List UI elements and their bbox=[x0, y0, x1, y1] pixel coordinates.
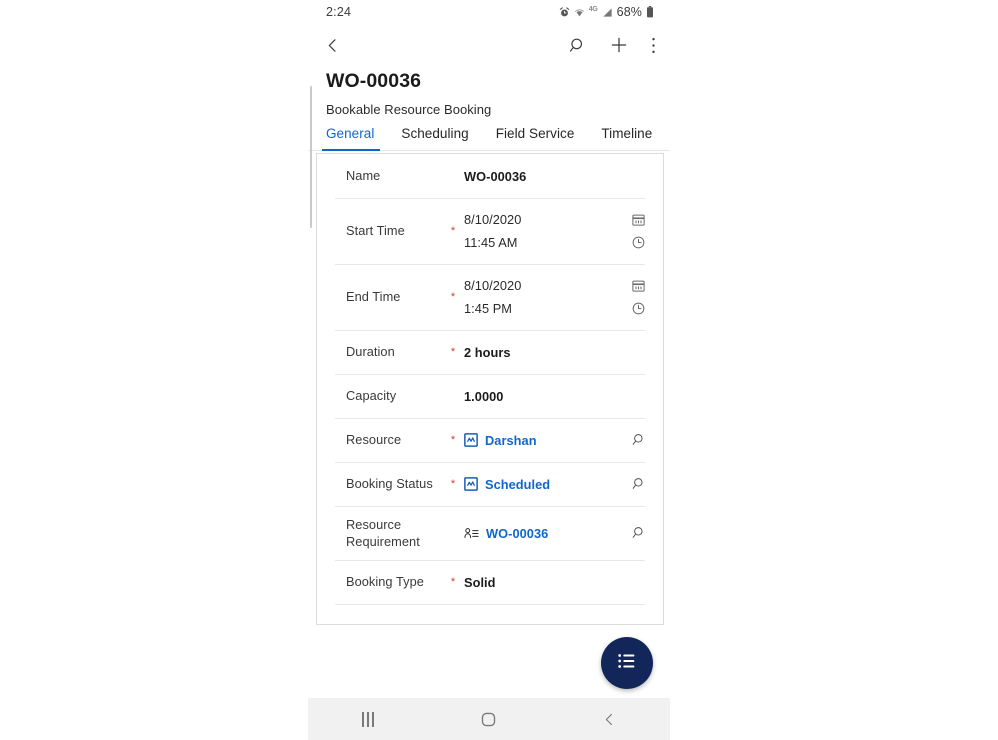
tab-timeline[interactable]: Timeline bbox=[601, 126, 652, 150]
field-value-booking-type: Solid bbox=[464, 574, 496, 590]
field-value-name: WO-00036 bbox=[464, 168, 527, 184]
field-value-duration: 2 hours bbox=[464, 344, 511, 360]
field-label-resource-requirement: Resource Requirement bbox=[346, 516, 420, 549]
back-chevron-icon[interactable] bbox=[580, 698, 640, 740]
lookup-search-icon[interactable] bbox=[625, 432, 651, 448]
resource-requirement-value-text: WO-00036 bbox=[486, 525, 549, 541]
status-bar: 2:24 4G 68% bbox=[308, 0, 670, 24]
end-time-date: 8/10/2020 bbox=[464, 278, 522, 293]
start-time-date: 8/10/2020 bbox=[464, 212, 522, 227]
field-label-booking-status: Booking Status bbox=[346, 476, 433, 492]
field-value-capacity: 1.0000 bbox=[464, 388, 504, 404]
app-command-bar bbox=[308, 24, 670, 66]
plus-icon[interactable] bbox=[609, 35, 629, 55]
android-navigation-bar bbox=[308, 698, 670, 740]
clock-icon[interactable] bbox=[625, 235, 651, 250]
calendar-icon[interactable] bbox=[625, 278, 651, 293]
battery-percent-label: 68% bbox=[616, 5, 642, 19]
lookup-search-icon[interactable] bbox=[625, 525, 651, 541]
field-label-name: Name bbox=[346, 168, 381, 184]
tab-field-service[interactable]: Field Service bbox=[496, 126, 575, 150]
signal-bars-icon bbox=[602, 7, 613, 18]
overflow-menu-icon[interactable] bbox=[651, 36, 656, 55]
back-button[interactable] bbox=[324, 37, 341, 54]
field-label-end-time: End Time bbox=[346, 289, 401, 305]
alarm-icon bbox=[559, 6, 570, 18]
row-divider bbox=[335, 604, 645, 605]
field-label-duration: Duration bbox=[346, 344, 395, 360]
list-menu-icon bbox=[616, 650, 638, 677]
booking-status-value-text: Scheduled bbox=[485, 476, 551, 492]
entity-name-label: Bookable Resource Booking bbox=[326, 102, 492, 117]
wifi-icon bbox=[574, 7, 585, 18]
page-title: WO-00036 bbox=[326, 70, 422, 92]
field-row-resource[interactable]: Resource * Darshan bbox=[317, 418, 663, 462]
form-tab-strip: General Scheduling Field Service Timelin… bbox=[308, 117, 670, 151]
required-marker-duration: * bbox=[450, 345, 456, 358]
search-icon[interactable] bbox=[568, 36, 587, 55]
calendar-icon[interactable] bbox=[625, 212, 651, 227]
field-row-booking-type[interactable]: Booking Type * Solid bbox=[317, 560, 663, 604]
field-row-duration[interactable]: Duration * 2 hours bbox=[317, 330, 663, 374]
end-time-time: 1:45 PM bbox=[464, 301, 513, 316]
field-row-name[interactable]: Name WO-00036 bbox=[317, 154, 663, 198]
field-value-resource[interactable]: Darshan bbox=[461, 433, 625, 448]
status-bar-clock: 2:24 bbox=[326, 5, 352, 19]
field-label-capacity: Capacity bbox=[346, 388, 397, 404]
form-card: Name WO-00036 Start Time * 8/10/2020 11:… bbox=[316, 153, 664, 625]
field-value-resource-requirement[interactable]: WO-00036 bbox=[461, 526, 625, 541]
lookup-search-icon[interactable] bbox=[625, 476, 651, 492]
home-circle-icon[interactable] bbox=[459, 698, 519, 740]
vertical-scroll-indicator[interactable] bbox=[310, 86, 312, 228]
field-row-start-time[interactable]: Start Time * 8/10/2020 11:45 AM bbox=[317, 198, 663, 264]
field-value-end-time: 8/10/2020 1:45 PM bbox=[461, 278, 651, 316]
tab-general[interactable]: General bbox=[321, 126, 381, 151]
required-marker-booking-type: * bbox=[450, 575, 456, 588]
field-value-start-time: 8/10/2020 11:45 AM bbox=[461, 212, 651, 250]
tab-scheduling[interactable]: Scheduling bbox=[401, 126, 468, 150]
screenshot-canvas: 2:24 4G 68% WO-00036 Bookable Resource B… bbox=[0, 0, 998, 740]
field-row-end-time[interactable]: End Time * 8/10/2020 1:45 PM bbox=[317, 264, 663, 330]
required-marker-resource: * bbox=[450, 433, 456, 446]
clock-icon[interactable] bbox=[625, 301, 651, 316]
resource-requirement-icon bbox=[464, 527, 479, 540]
field-label-start-time: Start Time bbox=[346, 223, 405, 239]
battery-icon bbox=[646, 6, 654, 18]
bookable-resource-icon bbox=[464, 433, 478, 447]
floating-action-button[interactable] bbox=[601, 637, 653, 689]
required-marker-start-time: * bbox=[450, 224, 456, 237]
command-bar-actions bbox=[568, 35, 656, 55]
network-4g-icon: 4G bbox=[588, 5, 598, 13]
resource-value-text: Darshan bbox=[485, 432, 537, 448]
booking-status-icon bbox=[464, 477, 478, 491]
field-label-booking-type: Booking Type bbox=[346, 574, 424, 590]
field-row-capacity[interactable]: Capacity 1.0000 bbox=[317, 374, 663, 418]
recents-icon[interactable] bbox=[338, 698, 398, 740]
required-marker-end-time: * bbox=[450, 290, 456, 303]
start-time-time: 11:45 AM bbox=[464, 235, 518, 250]
field-value-booking-status[interactable]: Scheduled bbox=[461, 477, 625, 492]
phone-viewport: 2:24 4G 68% WO-00036 Bookable Resource B… bbox=[308, 0, 670, 740]
field-row-resource-requirement[interactable]: Resource Requirement WO-00036 bbox=[317, 506, 663, 560]
field-row-booking-status[interactable]: Booking Status * Scheduled bbox=[317, 462, 663, 506]
field-label-resource: Resource bbox=[346, 432, 402, 448]
status-bar-indicators: 4G 68% bbox=[559, 5, 654, 19]
required-marker-booking-status: * bbox=[450, 477, 456, 490]
